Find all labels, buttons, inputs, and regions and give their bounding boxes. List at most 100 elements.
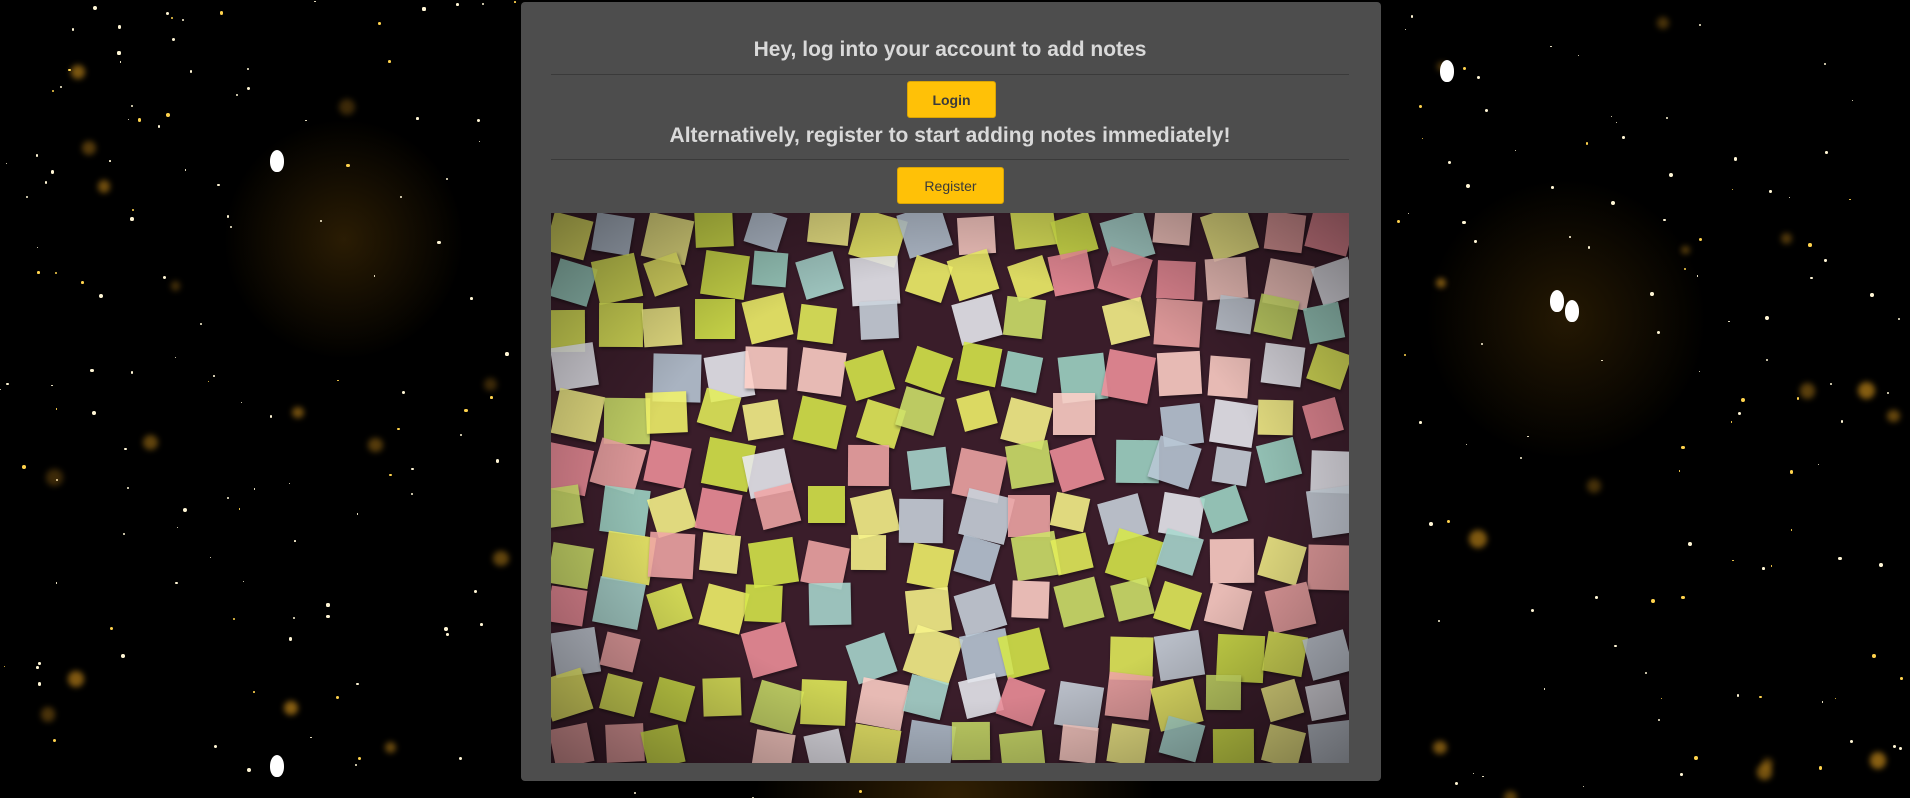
sparkle bbox=[269, 415, 273, 418]
sparkle bbox=[1403, 353, 1406, 356]
sparkle bbox=[1807, 243, 1812, 247]
sparkle bbox=[1651, 598, 1655, 603]
sparkle bbox=[1419, 420, 1423, 424]
sparkle bbox=[1736, 693, 1740, 697]
sparkle bbox=[1565, 300, 1579, 322]
sparkle bbox=[36, 665, 40, 669]
sparkle bbox=[126, 486, 129, 489]
sparkle bbox=[132, 208, 135, 211]
sparkle bbox=[212, 375, 215, 378]
sparkle bbox=[1898, 317, 1901, 320]
sparkle bbox=[1732, 189, 1734, 191]
sparkle bbox=[495, 459, 500, 463]
sparkle bbox=[1462, 66, 1467, 71]
sparkle bbox=[459, 757, 463, 761]
sparkle bbox=[445, 178, 448, 181]
sparkle bbox=[217, 183, 220, 187]
sparkle bbox=[82, 141, 97, 155]
sparkle bbox=[97, 179, 111, 193]
sparkle bbox=[240, 402, 242, 404]
sparkle bbox=[1698, 23, 1702, 27]
sparkle bbox=[284, 701, 298, 715]
sparkle bbox=[474, 589, 478, 593]
sparkle bbox=[177, 526, 179, 529]
sparkle bbox=[1614, 644, 1617, 648]
sparkle bbox=[1699, 371, 1701, 373]
sparkle bbox=[633, 791, 637, 795]
sparkle bbox=[1474, 240, 1477, 243]
sparkle bbox=[53, 738, 57, 743]
sparkle bbox=[51, 384, 53, 387]
sparkle bbox=[437, 240, 441, 245]
sparkle bbox=[292, 406, 304, 419]
sparkle bbox=[1756, 764, 1772, 780]
sparkle bbox=[293, 616, 296, 619]
sparkle bbox=[1732, 559, 1734, 562]
sparkle bbox=[1520, 457, 1523, 460]
sparkle bbox=[1681, 245, 1690, 255]
sparkle bbox=[182, 19, 185, 22]
sparkle bbox=[444, 627, 449, 632]
sparkle bbox=[175, 581, 178, 585]
sparkle bbox=[310, 736, 312, 738]
login-button[interactable]: Login bbox=[907, 81, 996, 118]
sparkle bbox=[1765, 359, 1769, 362]
sparkle bbox=[294, 540, 296, 542]
sparkle bbox=[402, 390, 406, 394]
sparkle bbox=[1601, 359, 1604, 362]
sparkle bbox=[226, 496, 230, 500]
sparkle bbox=[25, 195, 28, 198]
sparkle bbox=[1835, 697, 1837, 699]
sparkle bbox=[1887, 391, 1890, 394]
sparkle bbox=[1849, 739, 1853, 743]
sparkle bbox=[1503, 791, 1517, 798]
sparkle bbox=[1764, 316, 1769, 321]
sparkle bbox=[1404, 28, 1407, 31]
sparkle bbox=[1466, 444, 1468, 446]
sparkle bbox=[484, 378, 498, 392]
register-button[interactable]: Register bbox=[897, 167, 1004, 204]
sparkle bbox=[183, 508, 187, 513]
sparkle bbox=[163, 276, 167, 280]
sparkle bbox=[71, 65, 85, 79]
sparkle bbox=[5, 162, 7, 164]
sparkle bbox=[71, 28, 75, 31]
sparkle bbox=[1790, 528, 1793, 531]
sparkle bbox=[459, 433, 463, 437]
sparkle bbox=[1698, 238, 1702, 242]
sparkle bbox=[368, 437, 383, 453]
sparkle bbox=[446, 633, 450, 637]
sparkle bbox=[411, 467, 414, 471]
sparkle bbox=[1822, 701, 1824, 703]
sparkle bbox=[388, 59, 391, 63]
sparkle bbox=[355, 764, 358, 767]
sparkle bbox=[40, 707, 56, 722]
sparkle bbox=[165, 11, 170, 15]
sparkle bbox=[480, 623, 483, 627]
sparkle bbox=[236, 93, 239, 97]
sparkle bbox=[1679, 773, 1683, 776]
sparkle bbox=[119, 61, 122, 63]
sparkle bbox=[326, 603, 330, 607]
sparkle bbox=[1730, 421, 1732, 423]
sparkle bbox=[1644, 671, 1647, 674]
sparkle bbox=[1696, 274, 1699, 277]
sparkle bbox=[55, 408, 57, 410]
sparkle bbox=[1622, 135, 1625, 139]
sparkle bbox=[50, 169, 55, 174]
sparkle bbox=[478, 140, 481, 142]
sparkle bbox=[208, 381, 210, 383]
sparkle bbox=[422, 7, 426, 11]
sparkle bbox=[477, 118, 480, 122]
sparkle bbox=[226, 215, 230, 219]
sparkle bbox=[356, 682, 359, 686]
sparkle bbox=[243, 581, 245, 583]
sparkle bbox=[1514, 150, 1517, 152]
sparkle bbox=[120, 654, 125, 659]
sparkle bbox=[1454, 781, 1458, 785]
sparkle bbox=[1870, 752, 1887, 769]
sparkle bbox=[0, 388, 2, 390]
sparkle bbox=[92, 411, 97, 415]
sparkle bbox=[1693, 756, 1698, 761]
sparkle bbox=[1818, 464, 1820, 466]
